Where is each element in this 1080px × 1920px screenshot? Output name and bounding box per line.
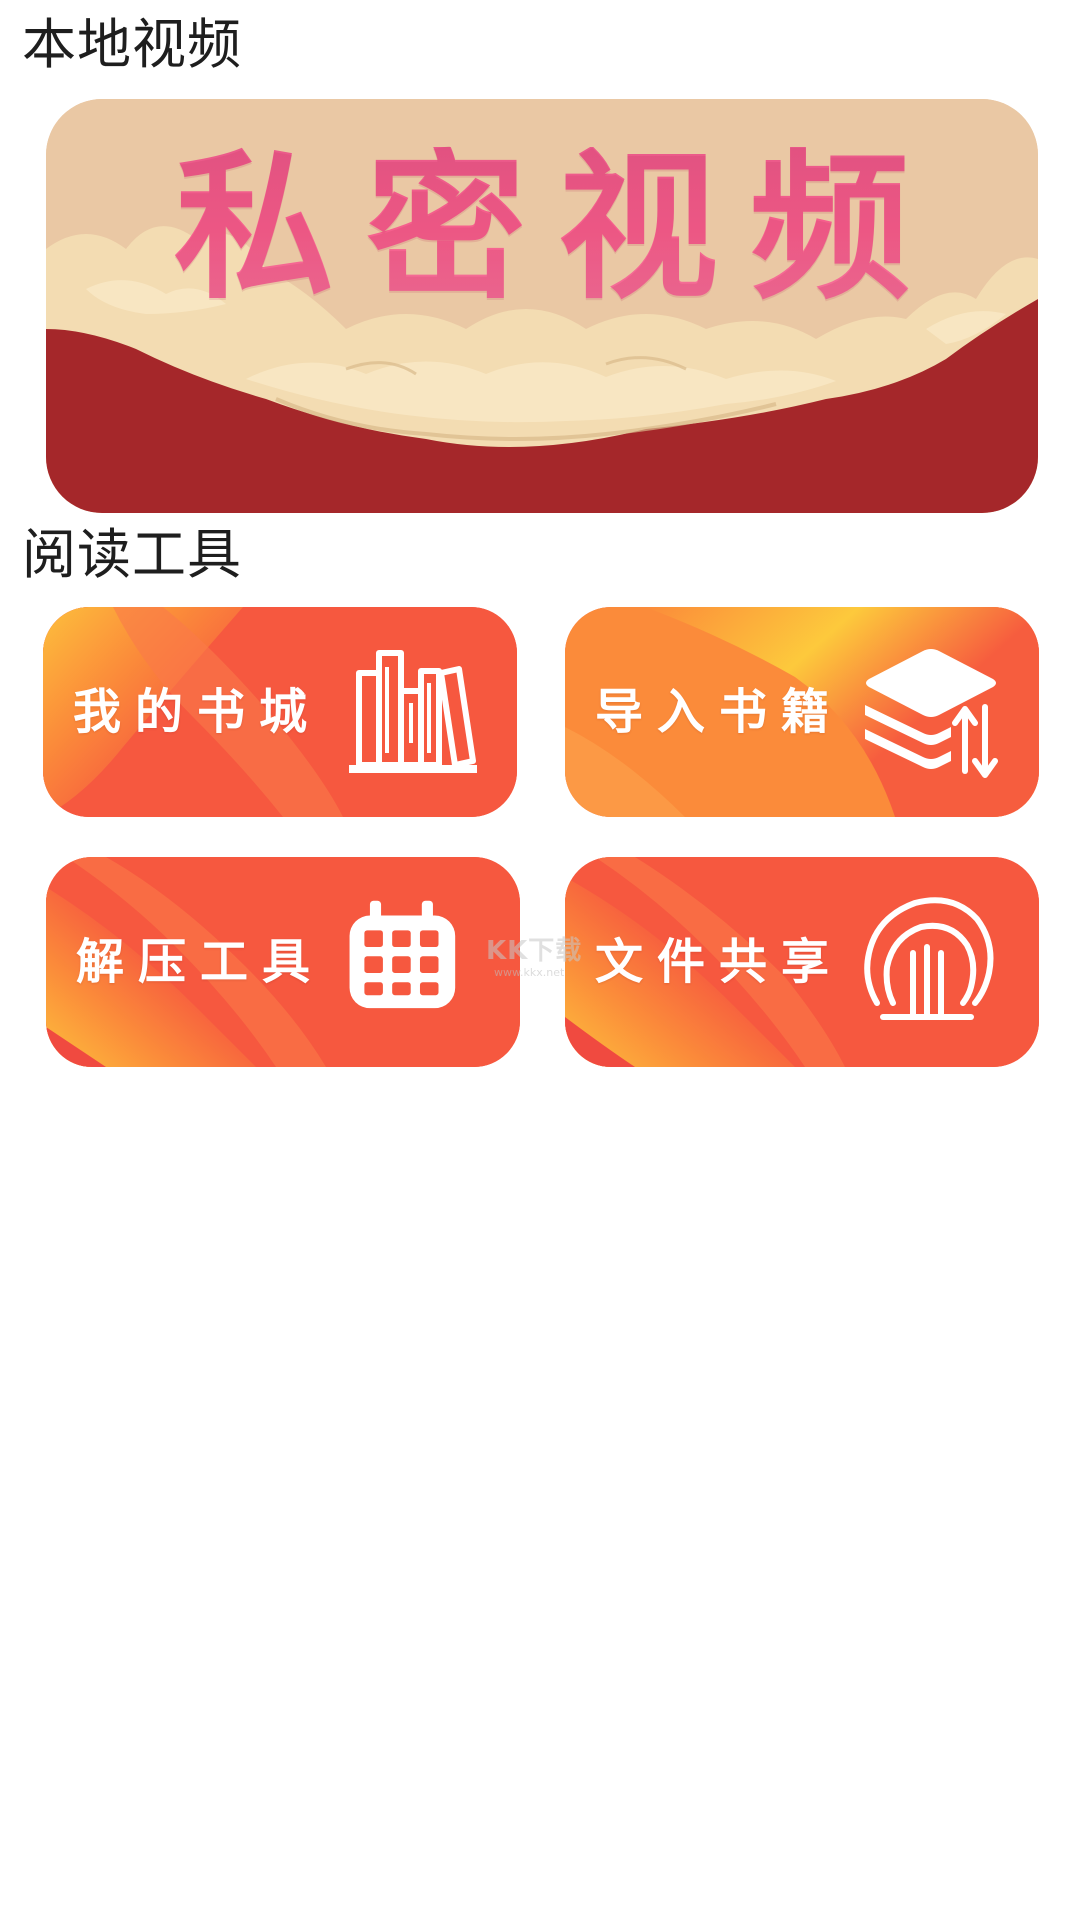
card-label: 我的书城	[73, 684, 322, 740]
unzip-tool-button[interactable]: 解压工具	[46, 857, 520, 1067]
file-share-arch-icon	[864, 897, 994, 1020]
watermark-logo: KK下载	[486, 936, 583, 966]
my-bookstore-button[interactable]: 我的书城	[43, 607, 517, 817]
book-stack-transfer-icon	[865, 649, 998, 778]
card-label: 文件共享	[595, 934, 844, 990]
grid-package-icon	[349, 900, 456, 1009]
section-title-local-video: 本地视频	[22, 13, 242, 76]
bookshelf-icon	[349, 650, 477, 773]
import-books-button[interactable]: 导入书籍	[565, 607, 1039, 817]
watermark-url: www.kkx.net	[494, 966, 565, 979]
banner-title: 私密视频	[46, 147, 1038, 307]
file-share-button[interactable]: 文件共享	[565, 857, 1039, 1067]
section-title-reading-tools: 阅读工具	[22, 523, 242, 586]
card-label: 解压工具	[76, 934, 325, 990]
private-video-banner[interactable]: 私密视频	[46, 99, 1038, 513]
card-label: 导入书籍	[595, 684, 844, 740]
watermark: KK下载 www.kkx.net	[486, 936, 596, 988]
